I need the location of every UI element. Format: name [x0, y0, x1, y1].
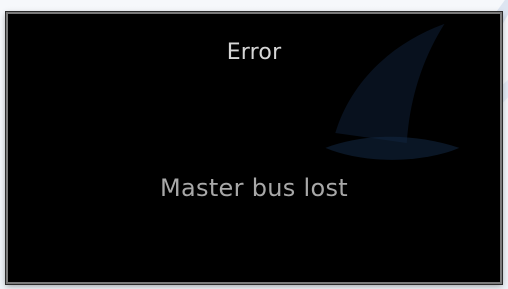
screen: Error Master bus lost [0, 0, 508, 289]
dialog-title: Error [226, 40, 282, 65]
error-message: Master bus lost [160, 174, 348, 202]
error-dialog: Error Master bus lost [5, 11, 503, 285]
